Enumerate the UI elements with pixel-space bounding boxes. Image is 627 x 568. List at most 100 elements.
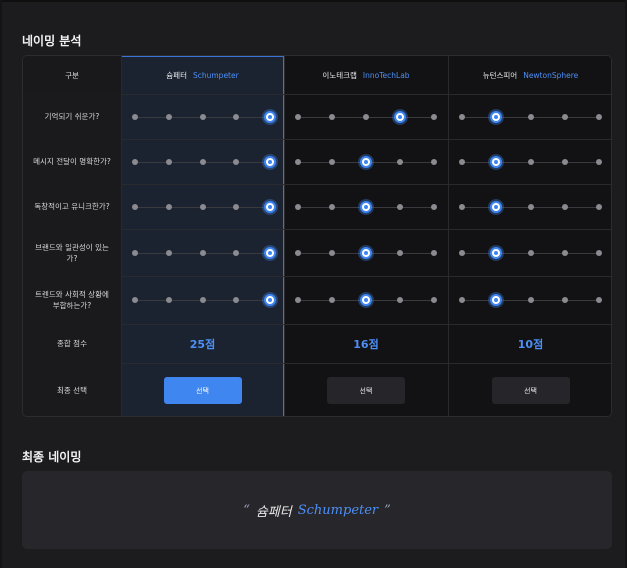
rating-option[interactable] (431, 203, 437, 210)
rating-option[interactable] (295, 203, 301, 210)
rating-option-selected[interactable] (264, 200, 276, 213)
rating-option[interactable] (561, 297, 568, 303)
select-button-innotechlab[interactable]: 선택 (327, 377, 405, 404)
rating-option[interactable] (431, 249, 437, 256)
rating-option-selected[interactable] (394, 110, 406, 123)
criterion-label: 트렌드와 사회적 상황에 부합하는가? (23, 276, 121, 324)
criterion-label: 기억되기 쉬운가? (23, 94, 121, 139)
rating-option-selected[interactable] (264, 246, 276, 259)
rating-option-selected[interactable] (490, 155, 503, 168)
rating-option[interactable] (527, 113, 534, 120)
rating-option[interactable] (561, 249, 568, 256)
rating-option[interactable] (329, 297, 335, 303)
rating-option-selected[interactable] (360, 155, 372, 168)
header-newtonsphere: 뉴턴스피어 NewtonSphere (448, 56, 611, 94)
criterion-label: 독창적이고 유니크한가? (23, 184, 121, 229)
candidate-name-ko: 슘페터 (166, 70, 187, 80)
rating-option[interactable] (233, 113, 240, 120)
rating-option-selected[interactable] (264, 294, 276, 306)
rating-option[interactable] (459, 113, 465, 120)
rating-option-selected[interactable] (264, 110, 276, 123)
rating-option[interactable] (561, 113, 568, 120)
rating-option[interactable] (561, 158, 568, 165)
rating-option[interactable] (132, 249, 138, 256)
rating-option[interactable] (459, 249, 465, 256)
rating-option[interactable] (132, 113, 138, 120)
rating-option[interactable] (199, 297, 206, 303)
rating-option[interactable] (233, 203, 240, 210)
rating-option[interactable] (596, 249, 602, 256)
total-score: 10점 (517, 337, 544, 351)
rating-option[interactable] (295, 113, 301, 120)
criterion-label: 브랜드와 일관성이 있는가? (23, 229, 121, 276)
rating-option-selected[interactable] (490, 200, 503, 213)
rating-option[interactable] (596, 158, 602, 165)
rating-option[interactable] (459, 158, 465, 165)
rating-option-selected[interactable] (360, 294, 372, 306)
rating-option[interactable] (363, 113, 369, 120)
rating-option[interactable] (459, 297, 465, 303)
total-score: 25점 (189, 337, 216, 351)
rating-option[interactable] (132, 158, 138, 165)
rating-option[interactable] (329, 203, 335, 210)
final-name-en: Schumpeter (297, 502, 379, 518)
rating-option[interactable] (397, 297, 403, 303)
rating-option[interactable] (199, 113, 206, 120)
rating-option[interactable] (596, 203, 602, 210)
rating-option[interactable] (596, 297, 602, 303)
rating-option[interactable] (561, 203, 568, 210)
naming-analysis-table: 구분 슘페터 Schumpeter 이노테크랩 InnoTechLab 뉴턴스피어 Newt… (22, 55, 612, 417)
rating-option[interactable] (596, 113, 602, 120)
rating-option[interactable] (527, 203, 534, 210)
rating-option-selected[interactable] (490, 246, 503, 259)
rating-option[interactable] (459, 203, 465, 210)
header-label: 구분 (23, 56, 121, 94)
close-quote: ” (384, 502, 391, 518)
rating-option[interactable] (165, 249, 172, 256)
rating-option[interactable] (329, 113, 335, 120)
rating-option-selected[interactable] (490, 110, 503, 123)
rating-option[interactable] (199, 249, 206, 256)
rating-option[interactable] (132, 203, 138, 210)
rating-option[interactable] (397, 158, 403, 165)
rating-option[interactable] (199, 203, 206, 210)
final-choice-label: 최종 선택 (23, 363, 121, 416)
rating-option-selected[interactable] (360, 200, 372, 213)
rating-option[interactable] (165, 113, 172, 120)
candidate-name-en: NewtonSphere (523, 70, 579, 80)
rating-option[interactable] (295, 249, 301, 256)
header-innotechlab: 이노테크랩 InnoTechLab (284, 56, 448, 94)
final-section-title: 최종 네이밍 (22, 450, 82, 464)
rating-option[interactable] (132, 297, 138, 303)
rating-option[interactable] (397, 249, 403, 256)
rating-option[interactable] (165, 158, 172, 165)
candidate-name-en: InnoTechLab (362, 70, 410, 80)
final-naming-box: “ 슘페터 Schumpeter ” (22, 471, 612, 549)
final-name-ko: 슘페터 (255, 504, 292, 520)
rating-option[interactable] (329, 249, 335, 256)
rating-option-selected[interactable] (360, 246, 372, 259)
rating-option[interactable] (431, 113, 437, 120)
rating-option-selected[interactable] (264, 155, 276, 168)
candidate-name-ko: 뉴턴스피어 (482, 70, 518, 80)
rating-option[interactable] (329, 158, 335, 165)
candidate-name-ko: 이노테크랩 (322, 70, 357, 80)
select-button-schumpeter[interactable]: 선택 (163, 377, 242, 404)
rating-option[interactable] (431, 158, 437, 165)
rating-option[interactable] (295, 297, 301, 303)
rating-option[interactable] (165, 297, 172, 303)
rating-option[interactable] (295, 158, 301, 165)
rating-option[interactable] (431, 297, 437, 303)
header-schumpeter: 슘페터 Schumpeter (121, 56, 284, 94)
rating-option[interactable] (527, 297, 534, 303)
open-quote: “ (243, 502, 250, 518)
criterion-label: 메시지 전달이 명확한가? (23, 139, 121, 184)
select-button-newtonsphere[interactable]: 선택 (491, 377, 570, 404)
rating-option[interactable] (527, 249, 534, 256)
rating-option[interactable] (397, 203, 403, 210)
rating-option[interactable] (527, 158, 534, 165)
rating-option[interactable] (199, 158, 206, 165)
rating-option[interactable] (233, 249, 240, 256)
rating-option[interactable] (233, 158, 240, 165)
rating-option[interactable] (165, 203, 172, 210)
